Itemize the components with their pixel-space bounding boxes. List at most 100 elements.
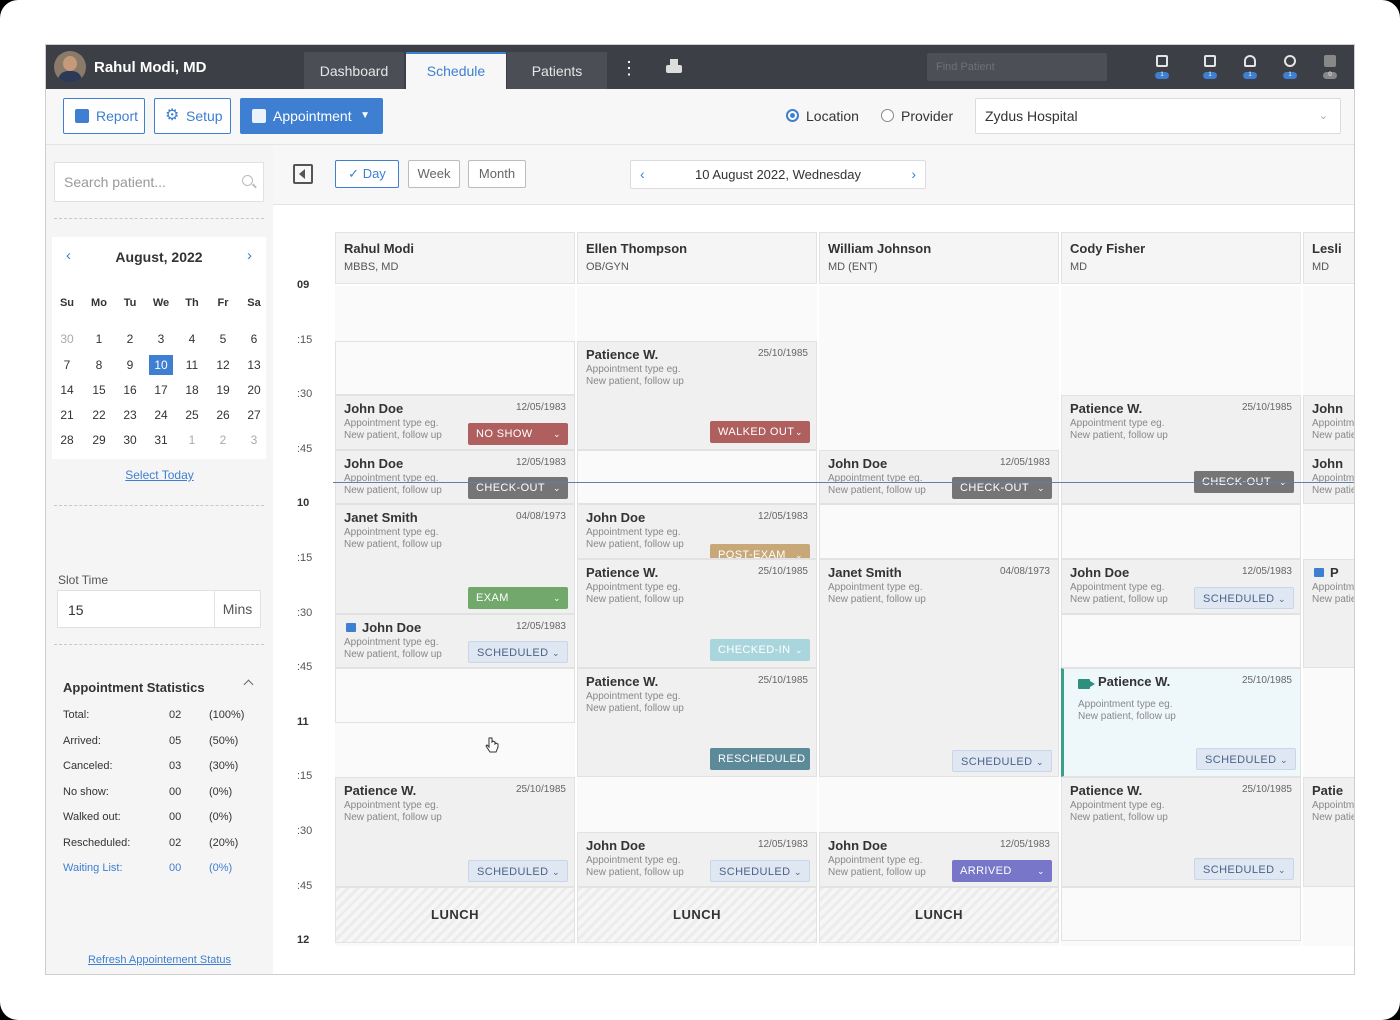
calendar-day[interactable]: 15 [87, 380, 111, 400]
calendar-day[interactable]: 16 [118, 380, 142, 400]
appointment-card[interactable]: John Doe 12/05/1983 Appointment type eg. Ne… [577, 504, 817, 559]
calendar-day[interactable]: 1 [180, 430, 204, 450]
status-dropdown[interactable]: ARRIVED ⌄ [952, 859, 1052, 882]
empty-slot[interactable] [1061, 613, 1301, 669]
lab-flask-icon[interactable]: 1 [1241, 53, 1259, 81]
appointment-card[interactable]: Janet Smith 04/08/1973 Appointment type eg… [335, 504, 575, 614]
appointment-card[interactable]: Patience W. 25/10/1985 Appointment type eg… [577, 340, 817, 450]
printer-icon[interactable] [666, 59, 682, 75]
appointment-card[interactable]: PAppointment type eg.New patient, follow… [1303, 559, 1354, 669]
tab-dashboard[interactable]: Dashboard [304, 52, 404, 89]
empty-slot[interactable] [819, 504, 1059, 559]
appointment-card[interactable]: John Doe 12/05/1983 Appointment type eg. Ne… [335, 449, 575, 505]
appointment-card[interactable]: JohnAppointment type eg.New patient, fol… [1303, 449, 1354, 505]
appointment-button[interactable]: Appointment ▼ [240, 98, 383, 134]
calendar-day[interactable]: 2 [118, 329, 142, 349]
calendar-day[interactable]: 3 [242, 430, 266, 450]
calendar-day[interactable]: 18 [180, 380, 204, 400]
location-radio[interactable] [786, 109, 799, 122]
calendar-day[interactable]: 9 [118, 355, 142, 375]
calendar-day[interactable]: 17 [149, 380, 173, 400]
status-dropdown[interactable]: SCHEDULED ⌄ [1196, 748, 1296, 771]
next-day-icon[interactable]: › [911, 161, 916, 188]
provider-radio[interactable] [881, 109, 894, 122]
calendar-day[interactable]: 30 [118, 430, 142, 450]
laptop-icon[interactable]: 1 [1153, 53, 1171, 81]
calendar-day[interactable]: 31 [149, 430, 173, 450]
calendar-day[interactable]: 22 [87, 405, 111, 425]
day-view-button[interactable]: ✓ Day [335, 160, 399, 188]
status-dropdown[interactable]: SCHEDULED ⌄ [1194, 857, 1294, 880]
calendar-day[interactable]: 10 [149, 355, 173, 375]
calendar-day[interactable]: 26 [211, 405, 235, 425]
calendar-day[interactable]: 21 [55, 405, 79, 425]
empty-slot[interactable] [335, 668, 575, 723]
calendar-day[interactable]: 24 [149, 405, 173, 425]
prev-day-icon[interactable]: ‹ [640, 161, 645, 188]
empty-slot[interactable] [1061, 504, 1301, 559]
stat-row[interactable]: Waiting List: 00 (0%) [63, 862, 263, 878]
calendar-day[interactable]: 14 [55, 380, 79, 400]
status-dropdown[interactable]: SCHEDULED ⌄ [468, 859, 568, 882]
document-icon[interactable]: 0 [1321, 53, 1339, 81]
search-patient-input[interactable]: Search patient... [54, 162, 264, 202]
appointment-card[interactable]: Janet Smith 04/08/1973 Appointment type eg… [819, 559, 1059, 778]
calendar-day[interactable]: 7 [55, 355, 79, 375]
collapse-sidebar-icon[interactable] [293, 164, 313, 184]
empty-slot[interactable] [335, 340, 575, 396]
appointment-card[interactable]: Patience W. 25/10/1985 Appointment type eg… [1061, 395, 1301, 505]
calendar-day[interactable]: 6 [242, 329, 266, 349]
calendar-day[interactable]: 27 [242, 405, 266, 425]
more-menu-icon[interactable]: ⋮ [620, 59, 638, 77]
appointment-card[interactable]: Patience W. 25/10/1985 Appointment type eg… [577, 668, 817, 778]
calendar-day[interactable]: 23 [118, 405, 142, 425]
calendar-day[interactable]: 5 [211, 329, 235, 349]
calendar-day[interactable]: 19 [211, 380, 235, 400]
calendar-day[interactable]: 30 [55, 329, 79, 349]
appointment-card[interactable]: John Doe 12/05/1983 Appointment type eg. Ne… [577, 832, 817, 887]
slot-time-input[interactable]: 15 Mins [57, 590, 261, 628]
calendar-day[interactable]: 29 [87, 430, 111, 450]
appointment-card[interactable]: John Doe 12/05/1983 Appointment type eg. Ne… [819, 832, 1059, 887]
calendar-day[interactable]: 25 [180, 405, 204, 425]
appointment-card[interactable]: Patience W. 25/10/1985 Appointment type eg… [1061, 668, 1301, 778]
appointment-card[interactable]: John Doe 12/05/1983 Appointment type eg. Ne… [335, 395, 575, 450]
status-dropdown[interactable]: CHECK-OUT⌄ [468, 477, 568, 500]
appointment-card[interactable]: John Doe 12/05/1983 Appointment type eg. Ne… [1061, 559, 1301, 614]
status-dropdown[interactable]: SCHEDULED ⌄ [468, 641, 568, 664]
calendar-day[interactable]: 2 [211, 430, 235, 450]
calendar-icon[interactable]: 1 [1201, 53, 1219, 81]
appointment-card[interactable]: Patience W. 25/10/1985 Appointment type eg… [335, 777, 575, 887]
month-view-button[interactable]: Month [468, 160, 526, 188]
tab-patients[interactable]: Patients [507, 52, 607, 89]
collapse-chevron-icon[interactable] [243, 679, 254, 690]
pills-icon[interactable]: 1 [1281, 53, 1299, 81]
report-button[interactable]: Report [63, 98, 145, 134]
empty-slot[interactable] [577, 449, 817, 505]
tab-schedule[interactable]: Schedule [406, 52, 506, 89]
next-month-icon[interactable]: › [247, 247, 252, 264]
appointment-card[interactable]: John Doe 12/05/1983 Appointment type eg. Ne… [335, 613, 575, 669]
calendar-day[interactable]: 8 [87, 355, 111, 375]
appointment-card[interactable]: JohnAppointment type eg.New patient, fol… [1303, 395, 1354, 450]
calendar-day[interactable]: 1 [87, 329, 111, 349]
appointment-card[interactable]: Patience W. 25/10/1985 Appointment type eg… [1061, 777, 1301, 887]
avatar[interactable] [54, 51, 86, 83]
status-dropdown[interactable]: NO SHOW ⌄ [468, 422, 568, 445]
appointment-card[interactable]: Patience W. 25/10/1985 Appointment type eg… [577, 559, 817, 669]
setup-button[interactable]: ⚙ Setup [154, 98, 231, 134]
empty-slot[interactable] [1061, 886, 1301, 942]
status-dropdown[interactable]: SCHEDULED ⌄ [952, 750, 1052, 773]
appointment-card[interactable]: John Doe 12/05/1983 Appointment type eg. Ne… [819, 449, 1059, 505]
select-today-link[interactable]: Select Today [46, 468, 273, 482]
refresh-status-link[interactable]: Refresh Appointement Status [46, 954, 273, 966]
status-dropdown[interactable]: EXAM ⌄ [468, 586, 568, 609]
location-select[interactable]: Zydus Hospital ⌄ [975, 98, 1341, 134]
status-dropdown[interactable]: SCHEDULED ⌄ [1194, 586, 1294, 609]
appointment-card[interactable]: PatieAppointment type eg.New patient, fo… [1303, 777, 1354, 887]
calendar-day[interactable]: 20 [242, 380, 266, 400]
calendar-day[interactable]: 12 [211, 355, 235, 375]
status-dropdown[interactable]: RESCHEDULED ⌄ [710, 748, 810, 771]
status-dropdown[interactable]: CHECK-OUT⌄ [952, 477, 1052, 500]
status-dropdown[interactable]: WALKED OUT ⌄ [710, 420, 810, 443]
